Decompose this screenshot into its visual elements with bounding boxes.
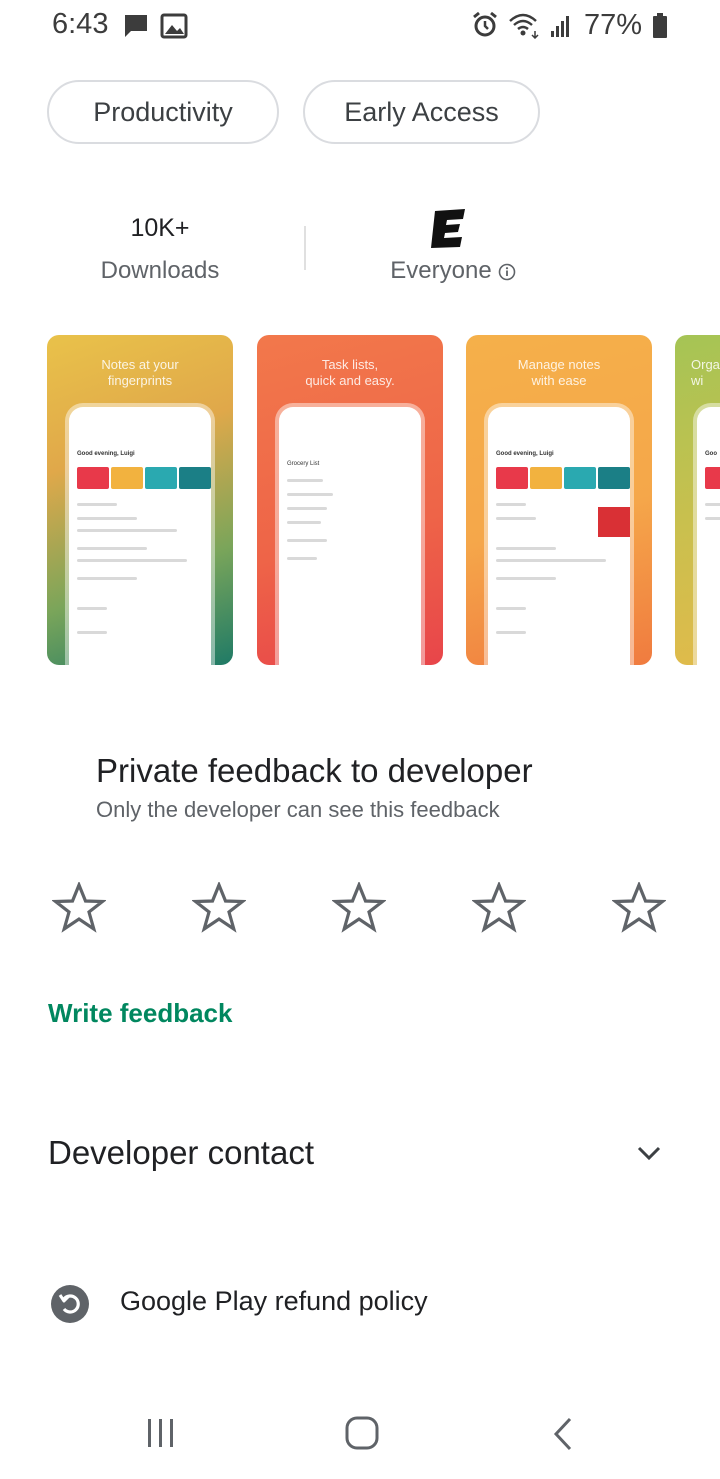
star-icon-3[interactable] <box>332 882 386 934</box>
status-bar: 6:43 77% <box>0 0 720 52</box>
screenshot-caption: Manage notes with ease <box>517 357 601 388</box>
developer-contact-heading[interactable]: Developer contact <box>48 1134 314 1172</box>
screenshot-3[interactable]: Manage notes with ease Good evening, Luig… <box>466 335 652 665</box>
write-feedback-link[interactable]: Write feedback <box>48 998 232 1029</box>
info-icon <box>498 263 515 280</box>
phone-mockup: Good evening, Luigi <box>69 407 211 665</box>
phone-mockup: Grocery List <box>279 407 421 665</box>
refund-icon <box>51 1285 89 1323</box>
screenshot-caption: Task lists, quick and easy. <box>305 357 395 388</box>
feedback-title: Private feedback to developer <box>96 752 533 789</box>
downloads-label: Downloads <box>100 257 220 284</box>
star-icon-4[interactable] <box>472 882 526 934</box>
rating-label: Everyone <box>390 257 492 284</box>
downloads-value: 10K+ <box>130 214 190 242</box>
rating-everyone[interactable]: Everyone <box>378 257 528 285</box>
feedback-subtitle: Only the developer can see this feedback <box>96 797 500 822</box>
home-icon[interactable] <box>343 1414 381 1452</box>
star-icon-2[interactable] <box>192 882 246 934</box>
phone-header: Good evening, Luigi <box>77 451 135 457</box>
star-icon-1[interactable] <box>52 882 106 934</box>
phone-mockup: Goo <box>697 407 720 665</box>
phone-header: Grocery List <box>287 461 320 467</box>
chevron-down-icon[interactable] <box>632 1138 666 1168</box>
battery-icon <box>653 13 667 38</box>
screenshot-carousel[interactable]: Notes at your fingerprints Good evening, … <box>47 335 720 667</box>
signal-icon <box>550 16 569 37</box>
battery-percentage: 77% <box>583 8 642 41</box>
wifi-icon <box>509 13 539 39</box>
chip-productivity[interactable]: Productivity <box>47 80 279 144</box>
stats-divider <box>304 226 306 270</box>
message-icon <box>125 15 147 37</box>
chip-early-access[interactable]: Early Access <box>303 80 540 144</box>
phone-header: Good evening, Luigi <box>496 451 554 457</box>
screenshot-caption: Notes at your fingerprints <box>101 357 179 388</box>
screenshot-1[interactable]: Notes at your fingerprints Good evening, … <box>47 335 233 665</box>
alarm-icon <box>473 11 497 37</box>
star-icon-5[interactable] <box>612 882 666 934</box>
status-time: 6:43 <box>52 8 109 40</box>
phone-mockup: Good evening, Luigi <box>488 407 630 665</box>
screenshot-caption: Orga wi <box>691 357 720 388</box>
back-icon[interactable] <box>548 1414 578 1454</box>
recents-icon[interactable] <box>144 1416 178 1450</box>
screenshot-4[interactable]: Orga wi Goo <box>675 335 720 665</box>
screenshot-2[interactable]: Task lists, quick and easy. Grocery List <box>257 335 443 665</box>
phone-header: Goo <box>705 451 717 457</box>
esrb-e-icon <box>431 209 465 248</box>
refund-policy-link[interactable]: Google Play refund policy <box>120 1286 428 1317</box>
gallery-icon <box>160 13 188 39</box>
